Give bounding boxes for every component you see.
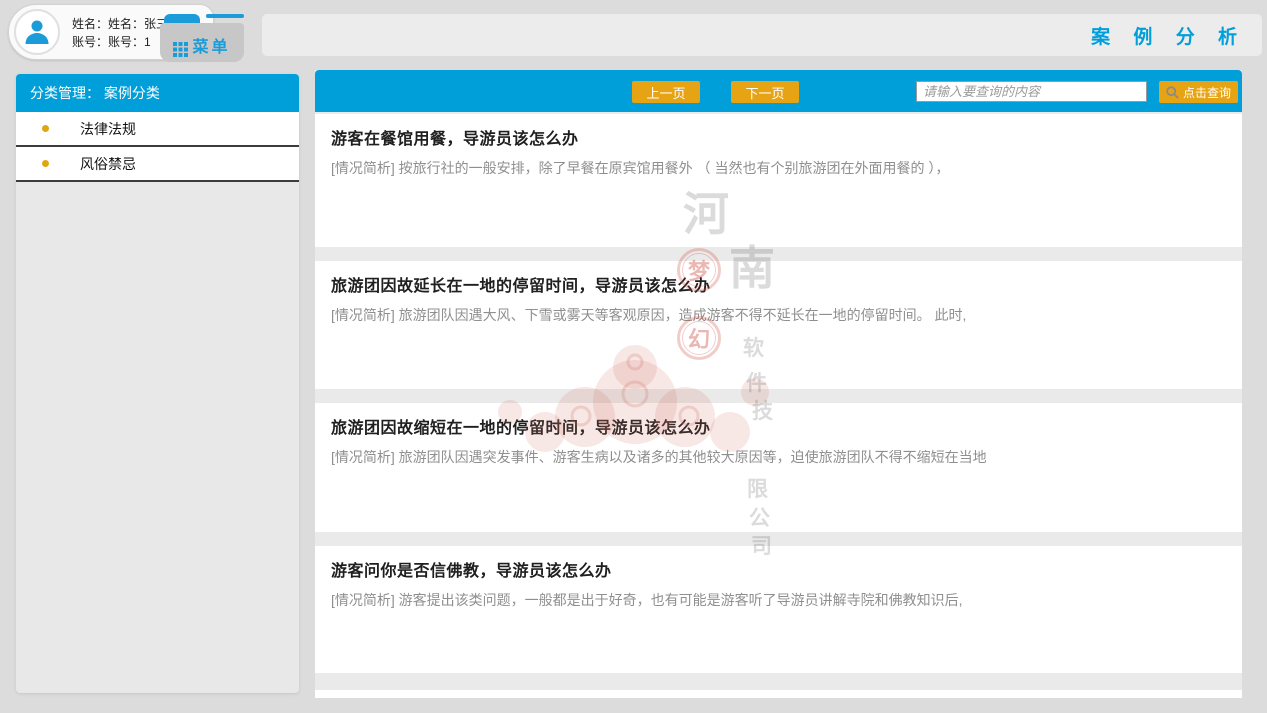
case-list-item[interactable]: 旅游团因故延长在一地的停留时间，导游员该怎么办 [情况简析] 旅游团队因遇大风、… [315,261,1242,389]
list-toolbar: 上一页 下一页 点击查询 [315,70,1242,112]
bullet-icon [42,160,49,167]
menu-label: 菜单 [192,33,230,57]
case-list-item[interactable]: 游客在餐馆用餐，导游员该怎么办 [情况简析] 按旅行社的一般安排，除了早餐在原宾… [315,114,1242,247]
menu-tab-body[interactable]: 菜单 [160,23,244,62]
case-summary: [情况简析] 旅游团队因遇突发事件、游客生病以及诸多的其他较大原因等，迫使旅游团… [331,447,1242,467]
search-button-label: 点击查询 [1183,84,1231,101]
bullet-icon [42,125,49,132]
user-account-line: 账号：账号：1 [72,33,168,51]
user-card: 姓名：姓名：张三 账号：账号：1 菜单 [8,4,238,62]
menu-grid-icon [173,42,188,57]
user-name-line: 姓名：姓名：张三 [72,15,168,33]
case-list-item[interactable]: 游客问你是否信佛教，导游员该怎么办 [情况简析] 游客提出该类问题，一般都是出于… [315,546,1242,673]
top-title-bar: 案 例 分 析 [262,14,1262,56]
user-text-lines: 姓名：姓名：张三 账号：账号：1 [72,15,168,51]
page-title: 案 例 分 析 [1091,22,1246,49]
case-summary: [情况简析] 旅游团队因遇大风、下雪或雾天等客观原因，造成游客不得不延长在一地的… [331,305,1242,325]
user-icon [22,17,52,47]
menu-button[interactable]: 菜单 [160,14,244,62]
sidebar-item-customs[interactable]: 风俗禁忌 [16,147,299,182]
sidebar-header: 分类管理： 案例分类 [16,74,299,112]
menu-tab-line [206,14,244,18]
sidebar-title: 分类管理： 案例分类 [30,83,160,103]
case-title: 游客在餐馆用餐，导游员该怎么办 [331,125,1242,149]
sidebar-item-label: 风俗禁忌 [16,154,136,174]
case-title: 旅游团因故缩短在一地的停留时间，导游员该怎么办 [331,414,1242,438]
case-summary: [情况简析] 按旅行社的一般安排，除了早餐在原宾馆用餐外 （ 当然也有个别旅游团… [331,158,1242,178]
avatar [14,9,60,55]
search-icon [1166,86,1179,99]
search-input[interactable] [916,81,1147,102]
case-list-item-partial[interactable] [315,690,1242,698]
case-summary: [情况简析] 游客提出该类问题，一般都是出于好奇，也有可能是游客听了导游员讲解寺… [331,590,1242,610]
case-title: 旅游团因故延长在一地的停留时间，导游员该怎么办 [331,272,1242,296]
case-list-panel: 上一页 下一页 点击查询 游客在餐馆用餐，导游员该怎么办 [情况简析] 按旅行社… [315,70,1242,698]
next-page-button[interactable]: 下一页 [731,81,799,103]
prev-page-button[interactable]: 上一页 [632,81,700,103]
search-button[interactable]: 点击查询 [1159,81,1238,103]
sidebar-item-label: 法律法规 [16,119,136,139]
category-sidebar: 分类管理： 案例分类 法律法规 风俗禁忌 [16,74,299,693]
sidebar-item-laws[interactable]: 法律法规 [16,112,299,147]
case-list-item[interactable]: 旅游团因故缩短在一地的停留时间，导游员该怎么办 [情况简析] 旅游团队因遇突发事… [315,403,1242,532]
case-title: 游客问你是否信佛教，导游员该怎么办 [331,557,1242,581]
